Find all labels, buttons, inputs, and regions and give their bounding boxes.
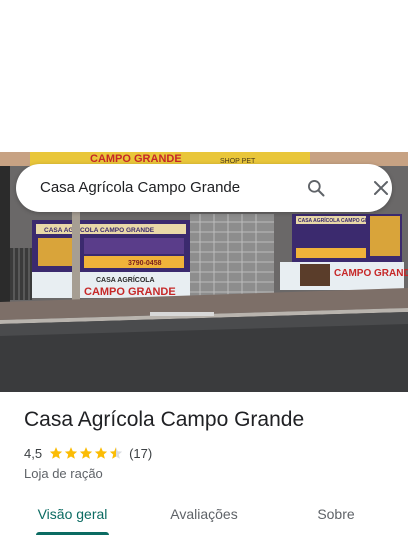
place-title: Casa Agrícola Campo Grande bbox=[24, 408, 305, 431]
tab-about[interactable]: Sobre bbox=[314, 494, 358, 534]
star-icon bbox=[49, 447, 63, 459]
place-category: Loja de ração bbox=[24, 466, 103, 481]
search-input[interactable]: Casa Agrícola Campo Grande bbox=[40, 164, 240, 212]
lower-big-text: CAMPO GRANDE bbox=[84, 286, 176, 298]
close-icon[interactable] bbox=[367, 174, 395, 202]
star-icon bbox=[79, 447, 93, 459]
lower-small-text: CASA AGRÍCOLA bbox=[96, 275, 155, 284]
search-bar[interactable]: Casa Agrícola Campo Grande bbox=[16, 164, 392, 212]
review-count[interactable]: (17) bbox=[129, 446, 152, 461]
tab-reviews[interactable]: Avaliações bbox=[166, 494, 242, 534]
star-icon bbox=[64, 447, 78, 459]
search-icon[interactable] bbox=[302, 174, 330, 202]
active-tab-indicator bbox=[36, 532, 109, 535]
lower-right-text: CAMPO GRANDE bbox=[334, 268, 408, 279]
tab-overview[interactable]: Visão geral bbox=[36, 494, 109, 534]
star-icon bbox=[94, 447, 108, 459]
banner-left-text: CASA AGRÍCOLA CAMPO GRANDE bbox=[44, 225, 155, 234]
rating-value: 4,5 bbox=[24, 445, 43, 461]
rating-row[interactable]: 4,5 (17) bbox=[24, 445, 152, 461]
banner-phone-text: 3790-0458 bbox=[128, 260, 162, 267]
star-half-icon bbox=[109, 447, 123, 459]
place-tabs: Visão geral Avaliações Sobre bbox=[0, 494, 408, 536]
rating-stars bbox=[49, 446, 124, 460]
